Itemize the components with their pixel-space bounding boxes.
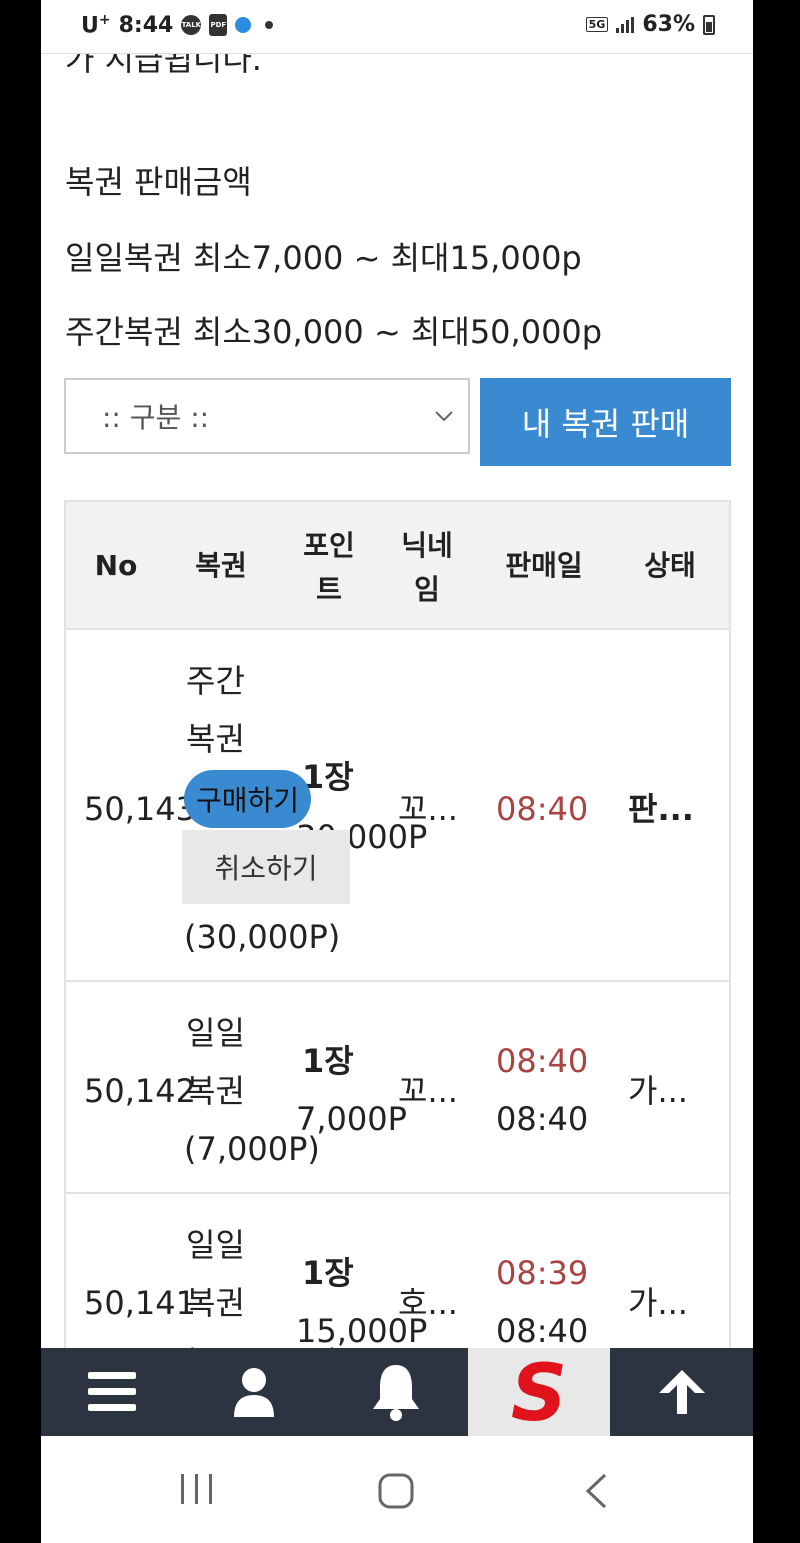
arrow-up-icon <box>659 1370 705 1414</box>
price-heading: 복권 판매금액 <box>65 163 252 201</box>
row-lottery-type-2: 복권 <box>186 720 245 758</box>
lottery-table: No 복권 포인 트 닉네 임 판매일 상태 50,143 주간 복권 1장 30,… <box>64 500 731 1400</box>
bell-icon <box>373 1365 419 1421</box>
more-notifications-dot-icon <box>265 21 274 30</box>
row-points: 7,000P <box>296 1100 407 1138</box>
recent-apps-button[interactable] <box>179 1472 215 1510</box>
row-lottery-type-1: 일일 <box>186 1014 245 1052</box>
row-count: 1장 <box>302 1254 354 1292</box>
header-point: 포인 트 <box>303 529 355 606</box>
row-lottery-type-2: 복권 <box>186 1072 245 1110</box>
system-nav-bar <box>41 1436 753 1543</box>
row-no: 50,143 <box>84 790 196 828</box>
buy-button[interactable]: 구매하기 <box>184 770 312 828</box>
header-lottery: 복권 <box>195 549 247 582</box>
row-count: 1장 <box>302 1042 354 1080</box>
kakaotalk-icon: TALK <box>181 15 202 36</box>
row-sale-date: 08:40 <box>496 790 589 828</box>
row-no: 50,142 <box>84 1072 196 1110</box>
status-right: 5G 63% <box>585 12 715 37</box>
status-bar: U+ 8:44 TALK PDF 5G 63% <box>41 0 753 54</box>
site-logo-button[interactable]: S <box>468 1348 610 1436</box>
row-sale-date: 08:39 <box>496 1254 589 1292</box>
status-left: U+ 8:44 TALK PDF <box>81 12 274 39</box>
user-icon <box>234 1368 274 1417</box>
table-row: 50,142 일일 복권 (7,000P) 1장 7,000P 꼬... 08:… <box>66 982 729 1194</box>
header-no: No <box>94 549 138 582</box>
hamburger-menu-icon <box>88 1372 136 1411</box>
user-button[interactable] <box>183 1348 325 1436</box>
row-no: 50,141 <box>84 1284 196 1322</box>
recent-apps-icon <box>181 1474 212 1504</box>
chevron-down-icon <box>434 406 454 427</box>
battery-percent: 63% <box>642 12 695 37</box>
category-select[interactable]: :: 구분 :: <box>64 378 470 454</box>
back-button[interactable] <box>583 1472 609 1514</box>
clock: 8:44 <box>118 12 174 38</box>
category-select-value: :: 구분 :: <box>102 401 210 434</box>
daily-price-range: 일일복권 최소7,000 ~ 최대15,000p <box>65 239 582 277</box>
row-lottery-type-1: 주간 <box>186 662 245 700</box>
home-button[interactable] <box>377 1472 415 1514</box>
menu-button[interactable] <box>41 1348 183 1436</box>
s-logo-icon: S <box>511 1356 567 1428</box>
row-lottery-type-1: 일일 <box>186 1226 245 1264</box>
row-nickname: 꼬... <box>398 790 458 828</box>
sell-my-lottery-button[interactable]: 내 복권 판매 <box>480 378 731 466</box>
scroll-top-button[interactable] <box>611 1348 753 1436</box>
table-header: No 복권 포인 트 닉네 임 판매일 상태 <box>66 502 729 630</box>
phone-screen: U+ 8:44 TALK PDF 5G 63% 가 지급됩니다. 복권 판매금액… <box>41 0 753 1543</box>
pdf-icon: PDF <box>209 14 228 37</box>
notifications-button[interactable] <box>325 1348 467 1436</box>
battery-icon <box>703 14 715 35</box>
bottom-nav: S <box>41 1348 753 1436</box>
signal-icon <box>616 16 635 33</box>
weekly-price-range: 주간복권 최소30,000 ~ 최대50,000p <box>65 313 603 351</box>
cancel-button[interactable]: 취소하기 <box>182 830 350 904</box>
table-row: 50,143 주간 복권 1장 30,000P 꼬... 08:40 판... … <box>66 630 729 982</box>
header-status: 상태 <box>644 549 696 582</box>
home-icon <box>378 1473 414 1509</box>
carrier-label: U+ <box>81 12 111 39</box>
row-nickname: 꼬... <box>398 1072 458 1110</box>
back-icon <box>585 1473 607 1509</box>
header-nickname: 닉네 임 <box>401 529 453 606</box>
row-lottery-price: (30,000P) <box>184 918 341 956</box>
row-lottery-type-2: 복권 <box>186 1284 245 1322</box>
network-type-icon: 5G <box>585 17 609 32</box>
row-status: 가... <box>628 1072 688 1110</box>
row-status: 가... <box>628 1284 688 1322</box>
header-sale-date: 판매일 <box>505 549 583 582</box>
row-sale-date: 08:40 <box>496 1042 589 1080</box>
svg-text:S: S <box>511 1356 567 1428</box>
app-notification-icon <box>235 17 252 34</box>
row-sold-date: 08:40 <box>496 1100 589 1138</box>
row-nickname: 호... <box>398 1284 458 1322</box>
row-status: 판... <box>628 790 694 828</box>
